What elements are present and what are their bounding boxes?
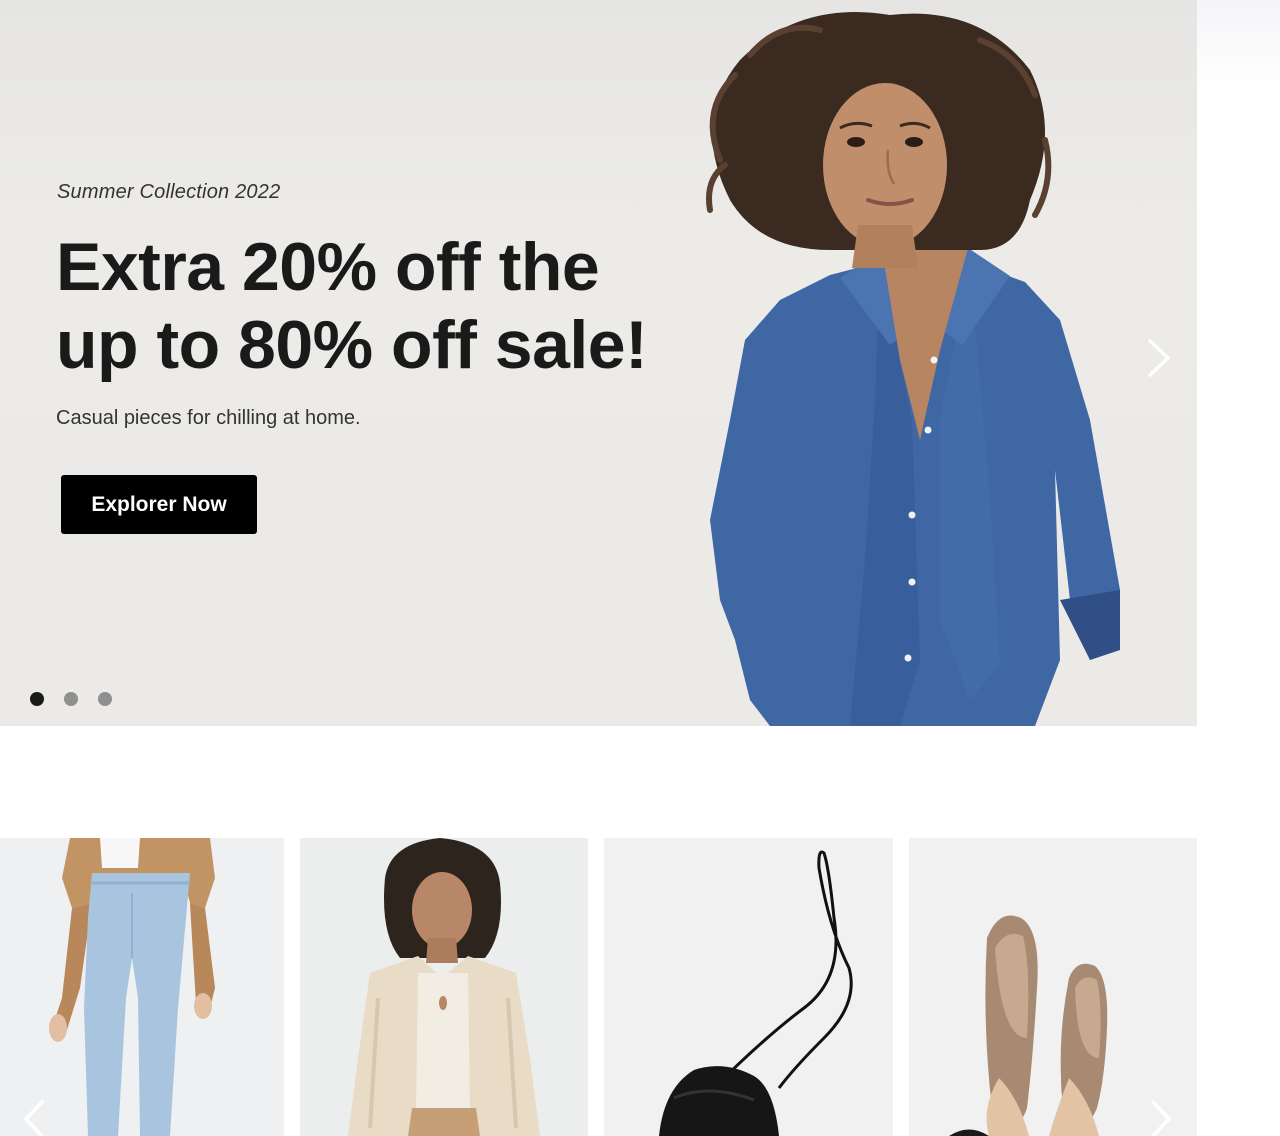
page: Summer Collection 2022 Extra 20% off the…: [0, 0, 1280, 1136]
products-prev-button[interactable]: [18, 1094, 52, 1136]
hero-title-line-1: Extra 20% off the: [56, 229, 600, 305]
product-image-jeans: [0, 838, 284, 1136]
product-card-1[interactable]: [0, 838, 284, 1136]
hero-subtitle: Casual pieces for chilling at home.: [56, 407, 361, 429]
explore-now-button[interactable]: Explorer Now: [61, 475, 257, 534]
page-gutter: [1197, 0, 1280, 1136]
chevron-right-icon: [1151, 1100, 1171, 1136]
carousel-dot-3[interactable]: [98, 692, 112, 706]
product-image-flats: [909, 838, 1197, 1136]
carousel-dot-1[interactable]: [30, 692, 44, 706]
hero-model-image: [706, 12, 1120, 726]
hero-title-line-2: up to 80% off sale!: [56, 307, 648, 383]
product-card-2[interactable]: [300, 838, 588, 1136]
hero-carousel: Summer Collection 2022 Extra 20% off the…: [0, 0, 1197, 726]
product-card-4[interactable]: [909, 838, 1197, 1136]
chevron-left-icon: [24, 1100, 44, 1136]
hero-title: Extra 20% off the up to 80% off sale!: [56, 228, 696, 384]
hero-next-button[interactable]: [1140, 333, 1180, 383]
products-next-button[interactable]: [1143, 1094, 1177, 1136]
product-image-bag: [604, 838, 893, 1136]
chevron-right-icon: [1148, 339, 1170, 377]
carousel-dot-2[interactable]: [64, 692, 78, 706]
product-image-linen-shirt: [300, 838, 588, 1136]
hero-eyebrow: Summer Collection 2022: [57, 181, 281, 203]
carousel-dots: [30, 692, 112, 706]
product-carousel: [0, 838, 1197, 1136]
product-card-3[interactable]: [604, 838, 893, 1136]
